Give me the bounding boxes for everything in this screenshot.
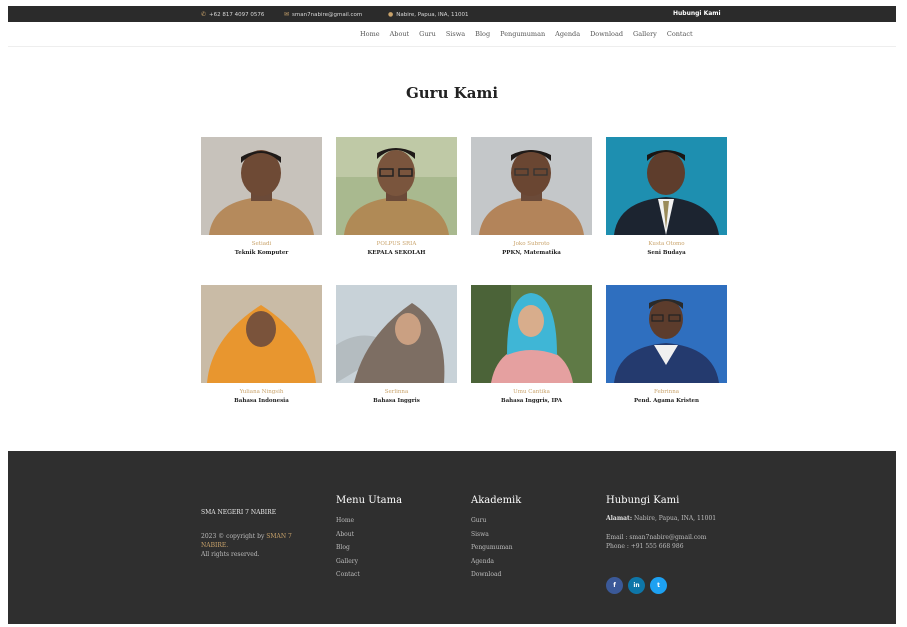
teacher-name: Setiadi: [251, 241, 272, 247]
teacher-name: POLPUS SRIA: [376, 241, 417, 247]
page-frame: ✆ +62 817 4097 0576 ✉ sman7nabire@gmail.…: [8, 6, 896, 624]
social-links: f in t: [606, 577, 667, 594]
address-value: Nabire, Papua, INA, 11001: [633, 515, 717, 522]
linkedin-icon[interactable]: in: [628, 577, 645, 594]
nav-item-gallery[interactable]: Gallery: [633, 30, 657, 38]
teacher-subject: Bahasa Inggris: [373, 398, 420, 404]
footer-menu-title: Menu Utama: [336, 495, 403, 506]
footer-link-blog[interactable]: Blog: [336, 541, 402, 555]
footer-link-home[interactable]: Home: [336, 514, 402, 528]
teacher-subject: Bahasa Indonesia: [234, 398, 289, 404]
teacher-subject: Pend. Agama Kristen: [633, 398, 700, 404]
nav-menu: Home About Guru Siswa Blog Pengumuman Ag…: [360, 30, 693, 38]
nav-item-about[interactable]: About: [390, 30, 410, 38]
nav-item-contact[interactable]: Contact: [667, 30, 693, 38]
teacher-photo: [201, 137, 322, 235]
teacher-photo: [336, 285, 457, 383]
teacher-card[interactable]: Serlinna Bahasa Inggris: [336, 285, 457, 404]
footer-link-siswa[interactable]: Siswa: [471, 528, 521, 542]
teacher-card[interactable]: Joko Subroto PPKN, Matematika: [471, 137, 592, 256]
contact-us-link[interactable]: Hubungi Kami: [673, 10, 721, 17]
teacher-card[interactable]: Setiadi Teknik Komputer: [201, 137, 322, 256]
teacher-name: Serlinna: [384, 389, 409, 395]
teacher-name: Febrinna: [653, 389, 680, 395]
email-info[interactable]: ✉ sman7nabire@gmail.com: [284, 11, 362, 18]
footer-school-name: SMA NEGERI 7 NABIRE: [201, 509, 277, 516]
nav-item-agenda[interactable]: Agenda: [555, 30, 580, 38]
top-info-bar: ✆ +62 817 4097 0576 ✉ sman7nabire@gmail.…: [8, 6, 896, 22]
teacher-subject: Seni Budaya: [647, 250, 686, 256]
footer-menu-utama: Menu Utama Home About Blog Gallery Conta…: [336, 495, 402, 582]
footer-akademik-title: Akademik: [471, 495, 522, 506]
address-text: Nabire, Papua, INA, 11001: [396, 11, 469, 18]
teacher-subject: PPKN, Matematika: [502, 250, 561, 256]
page-title: Guru Kami: [405, 84, 499, 102]
footer-link-guru[interactable]: Guru: [471, 514, 521, 528]
teacher-subject: KEPALA SEKOLAH: [367, 250, 426, 256]
teacher-card[interactable]: Kusta Otomo Seni Budaya: [606, 137, 727, 256]
teacher-photo: [606, 285, 727, 383]
footer-akademik: Akademik Guru Siswa Pengumuman Agenda Do…: [471, 495, 521, 582]
phone-text: +62 817 4097 0576: [209, 11, 265, 18]
address-info: ● Nabire, Papua, INA, 11001: [388, 11, 469, 18]
teacher-photo: [201, 285, 322, 383]
nav-item-download[interactable]: Download: [590, 30, 623, 38]
teacher-card[interactable]: POLPUS SRIA KEPALA SEKOLAH: [336, 137, 457, 256]
address-label: Alamat:: [606, 515, 633, 522]
nav-item-guru[interactable]: Guru: [419, 30, 436, 38]
teacher-photo: [606, 137, 727, 235]
teacher-photo: [336, 137, 457, 235]
footer-contact: Hubungi Kami Alamat: Nabire, Papua, INA,…: [606, 495, 746, 551]
footer-contact-title: Hubungi Kami: [606, 495, 680, 506]
location-icon: ●: [388, 11, 394, 18]
rights-text: All rights reserved.: [201, 551, 260, 558]
teacher-card[interactable]: Yuliana Ningsih Bahasa Indonesia: [201, 285, 322, 404]
footer-link-contact[interactable]: Contact: [336, 568, 402, 582]
footer-link-about[interactable]: About: [336, 528, 402, 542]
footer-phone: Phone : +91 555 668 986: [606, 543, 684, 550]
main-nav: Home About Guru Siswa Blog Pengumuman Ag…: [8, 22, 896, 47]
teacher-card[interactable]: Umu Cantika Bahasa Inggris, IPA: [471, 285, 592, 404]
teacher-name: Joko Subroto: [513, 241, 550, 247]
footer-link-download[interactable]: Download: [471, 568, 521, 582]
facebook-icon[interactable]: f: [606, 577, 623, 594]
mail-icon: ✉: [284, 11, 290, 18]
email-text: sman7nabire@gmail.com: [292, 11, 363, 18]
teacher-name: Yuliana Ningsih: [239, 389, 284, 395]
site-footer: SMA NEGERI 7 NABIRE 2023 © copyright by …: [8, 451, 896, 624]
nav-item-blog[interactable]: Blog: [475, 30, 490, 38]
copyright-prefix: 2023 © copyright by: [201, 533, 265, 540]
footer-copyright: 2023 © copyright by SMAN 7 NABIRE. All r…: [201, 532, 316, 559]
footer-link-gallery[interactable]: Gallery: [336, 555, 402, 569]
footer-link-agenda[interactable]: Agenda: [471, 555, 521, 569]
nav-item-siswa[interactable]: Siswa: [446, 30, 465, 38]
teacher-subject: Teknik Komputer: [234, 250, 289, 256]
nav-item-pengumuman[interactable]: Pengumuman: [500, 30, 545, 38]
phone-icon: ✆: [201, 11, 207, 18]
twitter-icon[interactable]: t: [650, 577, 667, 594]
teacher-name: Kusta Otomo: [648, 241, 685, 247]
teacher-card[interactable]: Febrinna Pend. Agama Kristen: [606, 285, 727, 404]
teacher-photo: [471, 285, 592, 383]
nav-item-home[interactable]: Home: [360, 30, 380, 38]
footer-address: Alamat: Nabire, Papua, INA, 11001: [606, 514, 746, 523]
footer-email[interactable]: Email : sman7nabire@gmail.com: [606, 533, 746, 542]
teacher-photo: [471, 137, 592, 235]
teacher-name: Umu Cantika: [513, 389, 550, 395]
footer-link-pengumuman[interactable]: Pengumuman: [471, 541, 521, 555]
phone-info[interactable]: ✆ +62 817 4097 0576: [201, 11, 264, 18]
teacher-subject: Bahasa Inggris, IPA: [500, 398, 563, 404]
